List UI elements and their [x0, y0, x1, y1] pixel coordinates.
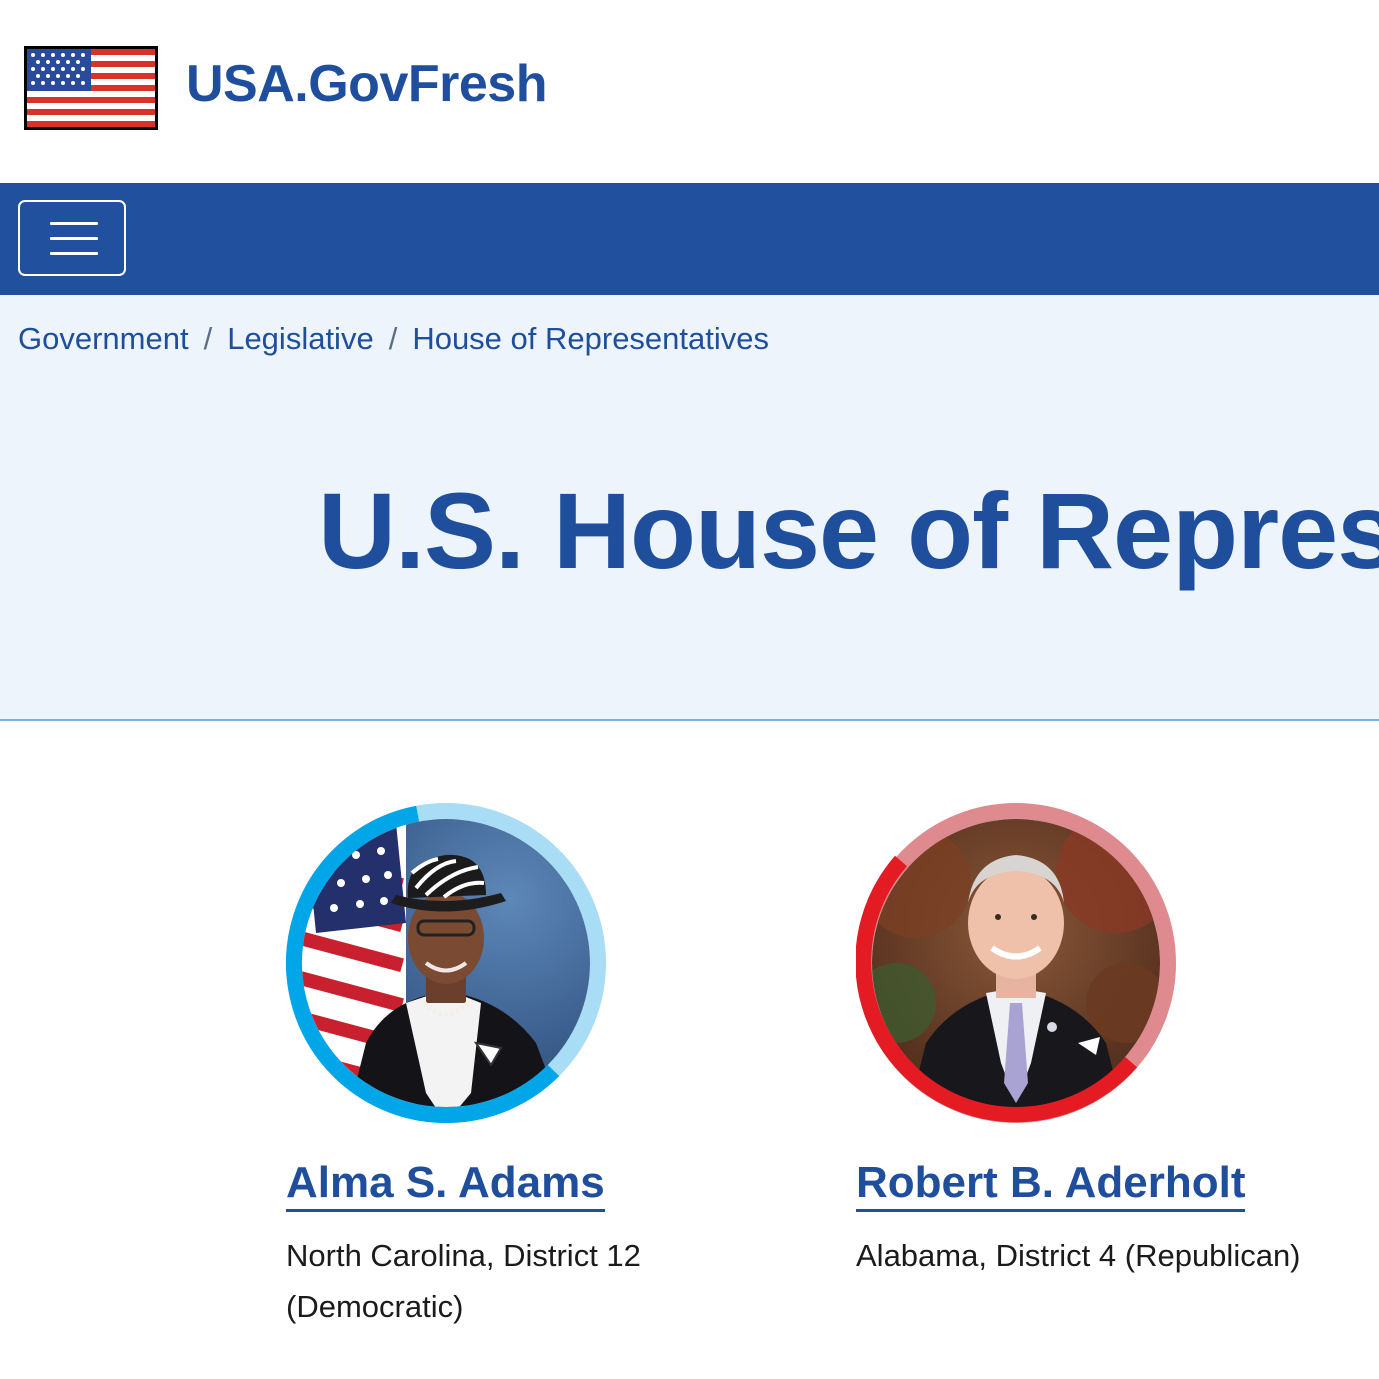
representative-details: Alabama, District 4 (Republican)	[856, 1230, 1376, 1281]
breadcrumb: Government / Legislative / House of Represen…	[18, 321, 769, 357]
page-title: U.S. House of Representatives	[318, 470, 1379, 591]
breadcrumb-separator: /	[203, 321, 213, 356]
representative-portrait[interactable]	[286, 803, 606, 1123]
portrait-photo-adams	[286, 803, 606, 1123]
representative-card: Alma S. Adams North Carolina, District 1…	[286, 803, 806, 1332]
page-hero: Government / Legislative / House of Represen…	[0, 295, 1379, 721]
representative-details: North Carolina, District 12 (Democratic)	[286, 1230, 806, 1332]
breadcrumb-link-house[interactable]: House of Representatives	[412, 321, 769, 356]
representative-portrait[interactable]	[856, 803, 1176, 1123]
breadcrumb-link-government[interactable]: Government	[18, 321, 189, 356]
site-title-link[interactable]: USA.GovFresh	[186, 52, 547, 116]
us-flag-logo-icon[interactable]	[24, 46, 158, 130]
representative-state-district: North Carolina, District 12	[286, 1238, 641, 1273]
hamburger-menu-icon-bar	[50, 252, 98, 255]
representative-state-district-party: Alabama, District 4 (Republican)	[856, 1238, 1301, 1273]
breadcrumb-separator: /	[388, 321, 398, 356]
hamburger-menu-icon-bar	[50, 222, 98, 225]
representative-name-link[interactable]: Alma S. Adams	[286, 1159, 605, 1212]
main-navbar	[0, 183, 1379, 295]
site-header: USA.GovFresh	[0, 0, 1379, 183]
breadcrumb-link-legislative[interactable]: Legislative	[227, 321, 373, 356]
representative-party: (Democratic)	[286, 1289, 464, 1324]
representative-name-link[interactable]: Robert B. Aderholt	[856, 1159, 1246, 1212]
menu-toggle-button[interactable]	[18, 200, 126, 276]
hamburger-menu-icon-bar	[50, 237, 98, 240]
portrait-photo-aderholt	[856, 803, 1176, 1123]
representative-card: Robert B. Aderholt Alabama, District 4 (…	[856, 803, 1376, 1281]
